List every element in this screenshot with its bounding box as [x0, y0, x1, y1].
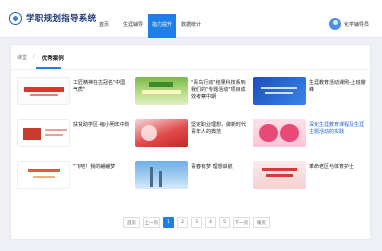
case-card[interactable]: 深化生涯教育课程及生涯主题活动的实践 — [253, 119, 366, 147]
case-thumbnail[interactable] — [253, 161, 306, 189]
case-card[interactable]: 生涯教育活动课例-上班瓣峰 — [253, 77, 366, 105]
page-button-2[interactable]: 2 — [177, 217, 188, 228]
nav-statistics[interactable]: 数据统计 — [177, 14, 205, 38]
page-button-3[interactable]: 3 — [191, 217, 202, 228]
case-title[interactable]: 深化生涯教育课程及生涯主题活动的实践 — [309, 122, 366, 136]
user-menu[interactable]: 化学辅导员 — [329, 18, 369, 30]
case-thumbnail[interactable] — [135, 161, 188, 189]
breadcrumb-home[interactable]: 课堂 — [17, 54, 27, 62]
case-thumbnail[interactable] — [135, 119, 188, 147]
header-divider — [11, 69, 370, 70]
case-title[interactable]: 革命老区与体育护士 — [309, 164, 366, 171]
case-card[interactable]: "青鸟行动"结果科技系到我们的"专题活动"项目成效考察中期 — [135, 77, 248, 105]
case-card[interactable]: 革命老区与体育护士 — [253, 161, 366, 189]
case-card[interactable]: 青春有梦 理想启航 — [135, 161, 248, 189]
case-title[interactable]: 扶贫助学区-缩小明年中阶 — [73, 122, 130, 129]
case-card[interactable]: 工匠精神在古冠名"中国气质" — [17, 77, 130, 105]
case-thumbnail[interactable] — [253, 119, 306, 147]
content-panel: 课堂 / 优秀案例 工匠精神在古冠名"中国气质" "青鸟行动"结果科技系到我们的… — [10, 44, 371, 240]
case-thumbnail[interactable] — [17, 77, 70, 105]
breadcrumb-separator: / — [33, 54, 35, 60]
app-title: 学职规划指导系统 — [26, 14, 97, 24]
nav-career-guidance[interactable]: 生涯辅导 — [119, 14, 147, 38]
app-window: 学职规划指导系统 首页 生涯辅导 指力提升 数据统计 化学辅导员 课堂 / 优秀… — [0, 0, 382, 251]
case-card[interactable]: 坚定职业理想，做新时代青年人的典范 — [135, 119, 248, 147]
case-thumbnail[interactable] — [253, 77, 306, 105]
case-title[interactable]: 坚定职业理想，做新时代青年人的典范 — [191, 122, 248, 136]
case-title[interactable]: 生涯教育活动课例-上班瓣峰 — [309, 80, 366, 94]
case-thumbnail[interactable] — [135, 77, 188, 105]
case-title[interactable]: 工匠精神在古冠名"中国气质" — [73, 80, 130, 94]
user-name[interactable]: 化学辅导员 — [344, 21, 369, 28]
breadcrumb: 课堂 / 优秀案例 — [17, 54, 64, 62]
breadcrumb-current: 优秀案例 — [41, 56, 64, 62]
last-page-button[interactable]: 尾页 — [253, 217, 270, 228]
case-title[interactable]: 青春有梦 理想启航 — [191, 164, 248, 171]
main-nav: 首页 生涯辅导 指力提升 数据统计 — [90, 14, 206, 38]
logo-icon — [9, 12, 22, 25]
page-button-5[interactable]: 5 — [219, 217, 230, 228]
first-page-button[interactable]: 首页 — [123, 217, 140, 228]
case-card[interactable]: 扶贫助学区-缩小明年中阶 — [17, 119, 130, 147]
nav-ability-improvement[interactable]: 指力提升 — [148, 14, 176, 38]
pagination: 首页 上一页 1 2 3 4 5 下一页 尾页 — [123, 217, 273, 228]
page-button-1[interactable]: 1 — [163, 217, 174, 228]
case-thumbnail[interactable] — [17, 161, 70, 189]
case-title[interactable]: "飞吧！我的翩翩梦 — [73, 164, 130, 171]
page-button-4[interactable]: 4 — [205, 217, 216, 228]
case-thumbnail[interactable] — [17, 119, 70, 147]
next-page-button[interactable]: 下一页 — [233, 217, 250, 228]
case-card[interactable]: "飞吧！我的翩翩梦 — [17, 161, 130, 189]
top-header: 学职规划指导系统 首页 生涯辅导 指力提升 数据统计 化学辅导员 — [0, 0, 382, 38]
case-title[interactable]: "青鸟行动"结果科技系到我们的"专题活动"项目成效考察中期 — [191, 80, 248, 100]
avatar[interactable] — [329, 18, 341, 30]
nav-home[interactable]: 首页 — [90, 14, 118, 38]
prev-page-button[interactable]: 上一页 — [143, 217, 160, 228]
